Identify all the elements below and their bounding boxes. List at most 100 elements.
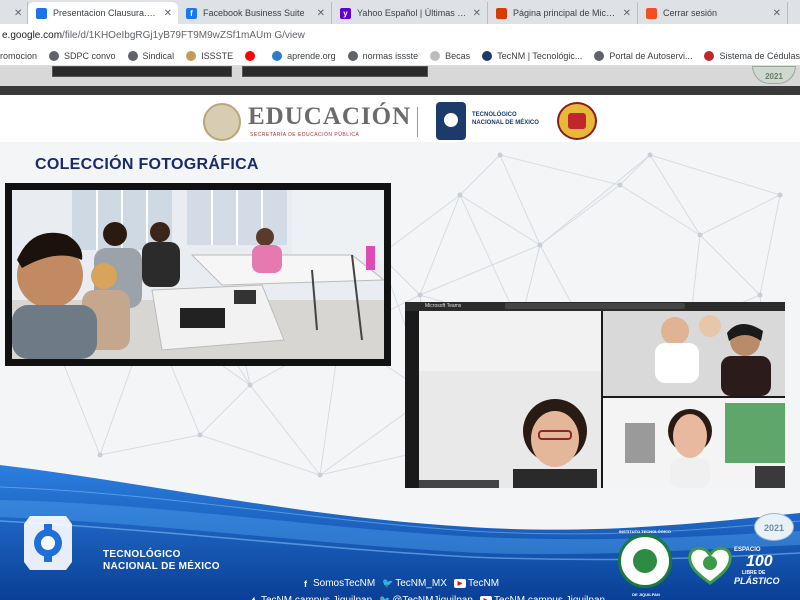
bookmark-favicon-icon bbox=[594, 50, 605, 61]
social-link[interactable]: 🐦 TecNM_MX bbox=[382, 578, 447, 589]
tab-favicon-icon bbox=[496, 7, 507, 19]
bookmark-item[interactable]: romocion bbox=[0, 51, 37, 61]
bookmark-favicon-icon bbox=[49, 50, 60, 61]
teams-search-box bbox=[505, 303, 685, 309]
tab-title: Yahoo Español | Últimas noticias bbox=[357, 8, 467, 18]
footer-tecnm-line1: TECNOLÓGICO bbox=[103, 549, 181, 560]
bookmark-label: romocion bbox=[0, 50, 38, 61]
bookmark-item[interactable]: Becas bbox=[430, 50, 471, 61]
url-path: /file/d/1KHOeIbgRGj1yB79FT9M9wZSf1mAUm G… bbox=[62, 29, 305, 41]
bookmark-item[interactable]: TecNM | Tecnológic... bbox=[482, 50, 583, 61]
header-divider bbox=[417, 107, 418, 137]
tecnm-footer-logo-icon bbox=[24, 516, 72, 570]
educacion-wordmark: EDUCACIÓN bbox=[248, 103, 412, 130]
address-bar[interactable]: e.google.com/file/d/1KHOeIbgRGj1yB79FT9M… bbox=[0, 24, 800, 46]
tecnm-line1: TECNOLÓGICO bbox=[472, 112, 517, 118]
bookmark-item[interactable]: aprende.org bbox=[272, 50, 336, 61]
tecnm-line2: NACIONAL DE MÉXICO bbox=[472, 120, 539, 126]
browser-tab[interactable]: Página principal de Microsoft O ✕ bbox=[488, 2, 638, 24]
year-badge: 2021 bbox=[754, 513, 794, 541]
browser-tab[interactable]: f Facebook Business Suite ✕ bbox=[178, 2, 332, 24]
previous-photo-edge bbox=[52, 66, 232, 77]
previous-page-bottom: 2021 bbox=[0, 66, 800, 86]
bookmark-label: Portal de Autoservi... bbox=[609, 50, 693, 61]
bookmark-label: ISSSTE bbox=[201, 50, 234, 61]
bookmark-favicon-icon bbox=[245, 50, 256, 61]
social-link[interactable]: 🐦@TecNMJiquilpan bbox=[379, 595, 473, 600]
url-text[interactable]: e.google.com/file/d/1KHOeIbgRGj1yB79FT9M… bbox=[0, 30, 305, 41]
logos-header: EDUCACIÓN SECRETARÍA DE EDUCACIÓN PÚBLIC… bbox=[0, 95, 800, 142]
tecnm-footer-wordmark: TECNOLÓGICO NACIONAL DE MÉXICO bbox=[103, 549, 220, 573]
pdf-page: EDUCACIÓN SECRETARÍA DE EDUCACIÓN PÚBLIC… bbox=[0, 95, 800, 600]
social-link[interactable]: ▶ TecNM bbox=[453, 578, 500, 589]
bookmark-item[interactable]: normas issste bbox=[347, 50, 419, 61]
teams-call-screenshot: Microsoft Teams bbox=[405, 302, 785, 488]
pdf-viewer[interactable]: 2021 EDUCACIÓN SECRETARÍA DE EDUCACIÓN P… bbox=[0, 66, 800, 600]
youtube-icon: ▶ bbox=[453, 579, 466, 588]
social-handle: @TecNMJiquilpan bbox=[392, 595, 473, 600]
twitter-icon: 🐦 bbox=[379, 595, 391, 600]
browser-tab[interactable]: Cerrar sesión ✕ bbox=[638, 2, 788, 24]
bookmark-item[interactable]: Portal de Autoservi... bbox=[594, 50, 693, 61]
tab-title: Presentacion Clausura.pdf - Goo bbox=[53, 8, 158, 18]
social-handle: TecNM bbox=[467, 578, 500, 589]
teams-titlebar: Microsoft Teams bbox=[405, 302, 785, 311]
bookmark-item[interactable] bbox=[245, 50, 260, 61]
bookmark-item[interactable]: Sindical bbox=[127, 50, 175, 61]
youtube-icon: ▶ bbox=[479, 596, 492, 600]
bookmark-label: SDPC convo bbox=[64, 50, 116, 61]
social-links-national: f SomosTecNM 🐦 TecNM_MX ▶ TecNM bbox=[300, 578, 506, 589]
bookmarks-bar: romocion SDPC convo Sindical ISSSTE aprende.… bbox=[0, 46, 800, 66]
social-handle: TecNM campus Jiquilpan bbox=[494, 595, 605, 600]
social-link[interactable]: fTecNM campus Jiquilpan bbox=[248, 595, 372, 600]
tab-close-icon[interactable]: ✕ bbox=[473, 8, 481, 19]
tab-close-icon[interactable]: ✕ bbox=[773, 8, 781, 19]
previous-page-seal: 2021 bbox=[752, 66, 796, 84]
bookmark-item[interactable]: ISSSTE bbox=[186, 50, 234, 61]
tab-close-icon[interactable]: ✕ bbox=[164, 8, 172, 19]
twitter-icon: 🐦 bbox=[382, 578, 394, 588]
bookmark-label: Sistema de Cédulas... bbox=[719, 50, 800, 61]
bookmark-favicon-icon bbox=[347, 50, 358, 61]
classroom-photo bbox=[5, 183, 391, 366]
tab-close-icon[interactable]: ✕ bbox=[623, 8, 631, 19]
teams-call-image bbox=[419, 311, 785, 488]
bookmark-favicon-icon bbox=[272, 50, 283, 61]
tab-title: Facebook Business Suite bbox=[203, 8, 305, 18]
browser-tab[interactable]: Presentacion Clausura.pdf - Goo ✕ bbox=[28, 2, 178, 24]
footer-tecnm-line2: NACIONAL DE MÉXICO bbox=[103, 561, 220, 572]
green-heart-icon bbox=[688, 546, 732, 585]
footer-band: TECNOLÓGICO NACIONAL DE MÉXICO f SomosTec… bbox=[0, 465, 800, 600]
espacio-libre-plastico-badge: ESPACIO 100 LIBRE DE PLÁSTICO bbox=[688, 543, 780, 593]
social-link[interactable]: f SomosTecNM bbox=[300, 578, 375, 589]
tab-favicon-icon bbox=[36, 7, 47, 19]
bookmark-label: Sindical bbox=[142, 50, 175, 61]
tab-favicon-icon: y bbox=[340, 7, 351, 19]
bookmark-item[interactable]: Sistema de Cédulas... bbox=[704, 50, 800, 61]
tab-close-icon[interactable]: ✕ bbox=[317, 8, 325, 19]
campus-shield-icon bbox=[557, 102, 597, 140]
sep-subtitle: SECRETARÍA DE EDUCACIÓN PÚBLICA bbox=[250, 132, 360, 138]
bookmark-label: normas issste bbox=[362, 50, 419, 61]
bookmark-item[interactable]: SDPC convo bbox=[49, 50, 116, 61]
campus-seal-icon bbox=[618, 534, 672, 588]
espacio-percent: 100 bbox=[746, 553, 773, 570]
facebook-icon: f bbox=[248, 595, 259, 600]
bookmark-label: TecNM | Tecnológic... bbox=[497, 50, 583, 61]
browser-tab[interactable]: resentacion Clausura✕ bbox=[0, 2, 28, 24]
bookmark-favicon-icon bbox=[482, 50, 493, 61]
tab-close-icon[interactable]: ✕ bbox=[14, 8, 22, 19]
tab-favicon-icon bbox=[646, 7, 657, 19]
page-gap bbox=[0, 86, 800, 95]
classroom-photo-image bbox=[12, 190, 384, 359]
tecnm-wordmark: TECNOLÓGICO NACIONAL DE MÉXICO bbox=[472, 111, 539, 127]
url-host: e.google.com bbox=[2, 29, 63, 41]
social-handle: SomosTecNM bbox=[313, 578, 376, 589]
social-link[interactable]: ▶TecNM campus Jiquilpan bbox=[479, 595, 605, 600]
social-links-campus: fTecNM campus Jiquilpan🐦@TecNMJiquilpan▶… bbox=[248, 595, 612, 600]
facebook-icon: f bbox=[304, 578, 307, 589]
bookmark-label: Becas bbox=[445, 50, 471, 61]
tab-title: Cerrar sesión bbox=[663, 8, 718, 18]
teams-title: Microsoft Teams bbox=[425, 303, 462, 309]
browser-tab[interactable]: y Yahoo Español | Últimas noticias ✕ bbox=[332, 2, 488, 24]
